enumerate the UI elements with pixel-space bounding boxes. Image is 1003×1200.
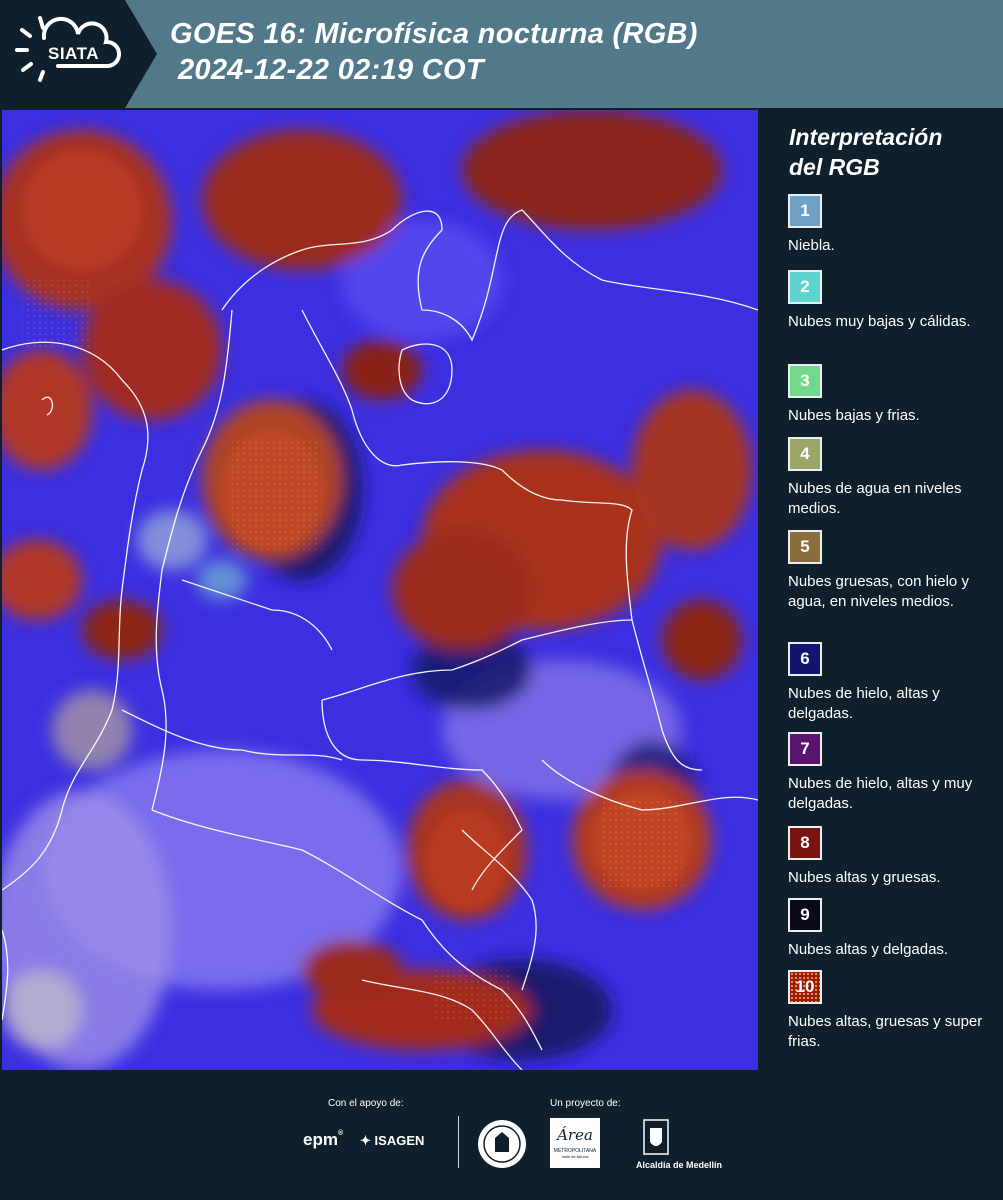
- legend-label-7: Nubes de hielo, altas y muy delgadas.: [788, 775, 973, 812]
- legend-label-6: Nubes de hielo, altas y delgadas.: [788, 685, 940, 722]
- legend-item-2: 2 Nubes muy bajas y cálidas.: [788, 270, 1000, 332]
- legend-label-4: Nubes de agua en niveles medios.: [788, 480, 962, 517]
- project-label: Un proyecto de:: [550, 1098, 621, 1109]
- medellin-seal-logo: [476, 1118, 528, 1175]
- legend-label-8: Nubes altas y gruesas.: [788, 869, 941, 886]
- header-bar: SIATA GOES 16: Microfísica nocturna (RGB…: [0, 0, 1003, 108]
- legend-swatch-1: 1: [788, 194, 822, 228]
- siata-logo-text: SIATA: [48, 44, 99, 63]
- area-logo-text: Área: [557, 1126, 593, 1144]
- title-line-1: GOES 16: Microfísica nocturna (RGB): [170, 18, 698, 50]
- isagen-logo-text: ISAGEN: [374, 1133, 425, 1148]
- alcaldia-label: Alcaldía de Medellín: [636, 1160, 723, 1170]
- legend-title-line-2: del RGB: [789, 154, 880, 180]
- isagen-logo: ✦ ISAGEN: [360, 1133, 424, 1149]
- legend-title-line-1: Interpretación: [789, 124, 943, 150]
- alcaldia-crest-icon: [641, 1118, 671, 1163]
- legend-label-2: Nubes muy bajas y cálidas.: [788, 313, 971, 330]
- legend-swatch-2: 2: [788, 270, 822, 304]
- legend-item-3: 3 Nubes bajas y frias.: [788, 364, 1000, 426]
- legend-title: Interpretación del RGB: [789, 122, 942, 182]
- siata-logo: SIATA: [0, 0, 157, 108]
- legend-swatch-6: 6: [788, 642, 822, 676]
- legend-swatch-9: 9: [788, 898, 822, 932]
- support-label: Con el apoyo de:: [328, 1098, 404, 1109]
- legend-swatch-5: 5: [788, 530, 822, 564]
- legend-swatch-3: 3: [788, 364, 822, 398]
- legend-swatch-10: 10: [788, 970, 822, 1004]
- legend-item-5: 5 Nubes gruesas, con hielo y agua, en ni…: [788, 530, 1000, 612]
- isagen-icon: ✦: [360, 1133, 371, 1148]
- legend-label-3: Nubes bajas y frias.: [788, 407, 920, 424]
- legend-item-10: 10 Nubes altas, gruesas y super frias.: [788, 970, 1000, 1052]
- legend-item-9: 9 Nubes altas y delgadas.: [788, 898, 1000, 960]
- metropolitana-subtext: Valle de Aburrá: [561, 1154, 589, 1159]
- legend-item-7: 7 Nubes de hielo, altas y muy delgadas.: [788, 732, 1000, 814]
- legend-item-1: 1 Niebla.: [788, 194, 1000, 256]
- page-title: GOES 16: Microfísica nocturna (RGB) 2024…: [170, 16, 698, 88]
- epm-logo: epm®: [303, 1130, 344, 1149]
- legend-label-1: Niebla.: [788, 237, 835, 254]
- legend-label-10: Nubes altas, gruesas y super frias.: [788, 1013, 983, 1050]
- footer: Con el apoyo de: Un proyecto de: epm® ✦ …: [0, 1070, 1003, 1200]
- legend-label-5: Nubes gruesas, con hielo y agua, en nive…: [788, 573, 969, 610]
- epm-logo-text: epm: [303, 1130, 338, 1149]
- legend-swatch-8: 8: [788, 826, 822, 860]
- legend-item-4: 4 Nubes de agua en niveles medios.: [788, 437, 1000, 519]
- legend-panel: Interpretación del RGB 1 Niebla. 2 Nubes…: [760, 108, 1003, 1070]
- legend-item-8: 8 Nubes altas y gruesas.: [788, 826, 1000, 888]
- title-line-2: 2024-12-22 02:19 COT: [178, 54, 484, 86]
- legend-label-9: Nubes altas y delgadas.: [788, 941, 949, 958]
- legend-swatch-4: 4: [788, 437, 822, 471]
- legend-item-6: 6 Nubes de hielo, altas y delgadas.: [788, 642, 1000, 724]
- satellite-image: [2, 110, 758, 1070]
- area-metropolitana-logo: Área METROPOLITANA Valle de Aburrá: [550, 1118, 600, 1168]
- legend-swatch-7: 7: [788, 732, 822, 766]
- footer-divider: [458, 1116, 459, 1168]
